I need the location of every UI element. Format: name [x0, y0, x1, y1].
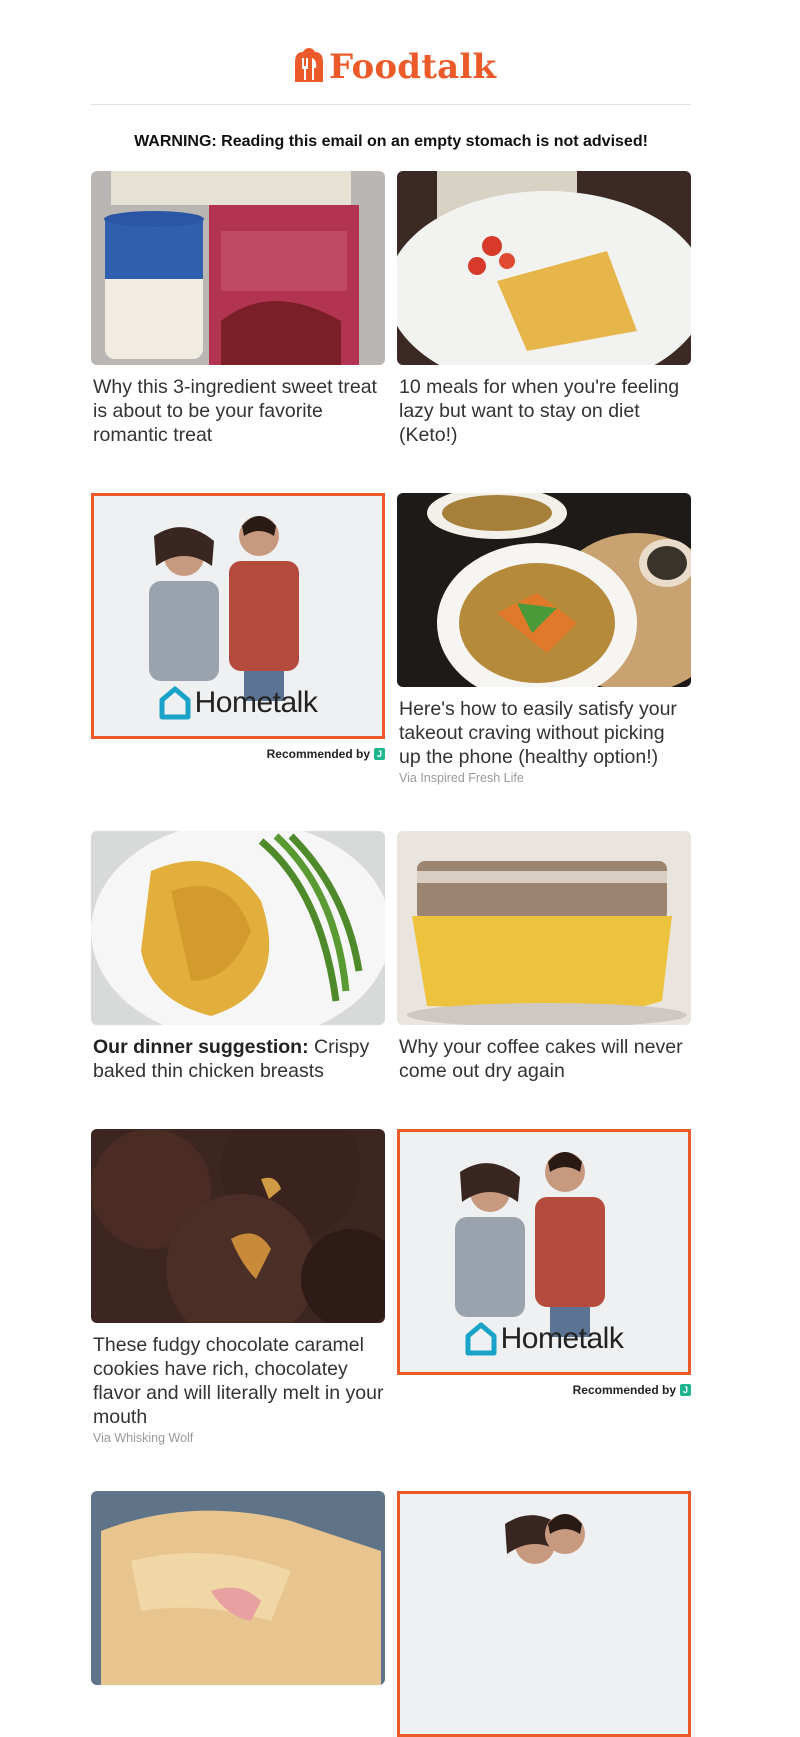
house-icon [465, 1322, 497, 1356]
sponsored-ad[interactable]: Hometalk Recommended by J [91, 493, 385, 761]
chocolate-caramel-cookies-photo[interactable] [91, 1129, 385, 1323]
sponsored-ad[interactable]: Hometalk Recommended by J [397, 1129, 691, 1397]
house-icon [159, 686, 191, 720]
ad-banner[interactable]: Hometalk [397, 1129, 691, 1375]
ad-brand-name: Hometalk [500, 1322, 624, 1355]
coffee-cake-slice-photo[interactable] [397, 831, 691, 1025]
ad-banner[interactable] [397, 1491, 691, 1737]
recommendation-provider-icon: J [374, 748, 385, 760]
header-divider [91, 104, 691, 105]
chef-hat-icon [291, 48, 327, 86]
chicken-green-beans-photo[interactable] [91, 831, 385, 1025]
recommended-by[interactable]: Recommended by J [91, 747, 385, 761]
article-card[interactable]: Why your coffee cakes will never come ou… [397, 831, 691, 1083]
article-title[interactable]: Why this 3-ingredient sweet treat is abo… [91, 375, 385, 447]
article-source: Via Inspired Fresh Life [399, 771, 524, 785]
cake-mix-ingredients-photo[interactable] [91, 171, 385, 365]
brand-name: Foodtalk [329, 47, 497, 87]
recommendation-provider-icon: J [680, 1384, 691, 1396]
article-card[interactable]: These fudgy chocolate caramel cookies ha… [91, 1129, 385, 1445]
ad-brand-logo: Hometalk [400, 1322, 688, 1356]
article-card[interactable]: Our dinner suggestion: Crispy baked thin… [91, 831, 385, 1083]
article-source: Via Whisking Wolf [93, 1431, 194, 1445]
ad-brand-logo: Hometalk [94, 686, 382, 720]
article-title[interactable]: These fudgy chocolate caramel cookies ha… [91, 1333, 385, 1429]
ad-brand-name: Hometalk [194, 686, 318, 719]
article-title[interactable]: 10 meals for when you're feeling lazy bu… [397, 375, 691, 447]
recommended-by-label: Recommended by [572, 1383, 676, 1397]
recommended-by[interactable]: Recommended by J [397, 1383, 691, 1397]
foodtalk-logo[interactable]: Foodtalk [291, 45, 496, 89]
article-title[interactable]: Our dinner suggestion: Crispy baked thin… [91, 1035, 385, 1083]
ham-cheese-pastry-photo[interactable] [91, 1491, 385, 1685]
sponsored-ad[interactable] [397, 1491, 691, 1737]
warning-text: WARNING: Reading this email on an empty … [134, 133, 648, 150]
keto-frittata-plate-photo[interactable] [397, 171, 691, 365]
article-title[interactable]: Here's how to easily satisfy your takeou… [397, 697, 691, 769]
article-card[interactable]: 10 meals for when you're feeling lazy bu… [397, 171, 691, 447]
article-title[interactable]: Why your coffee cakes will never come ou… [397, 1035, 691, 1083]
recommended-by-label: Recommended by [266, 747, 370, 761]
noodle-bowl-photo[interactable] [397, 493, 691, 687]
article-card[interactable] [91, 1491, 385, 1685]
article-title-prefix: Our dinner suggestion: [93, 1036, 309, 1058]
article-card[interactable]: Why this 3-ingredient sweet treat is abo… [91, 171, 385, 447]
article-card[interactable]: Here's how to easily satisfy your takeou… [397, 493, 691, 785]
ad-banner[interactable]: Hometalk [91, 493, 385, 739]
